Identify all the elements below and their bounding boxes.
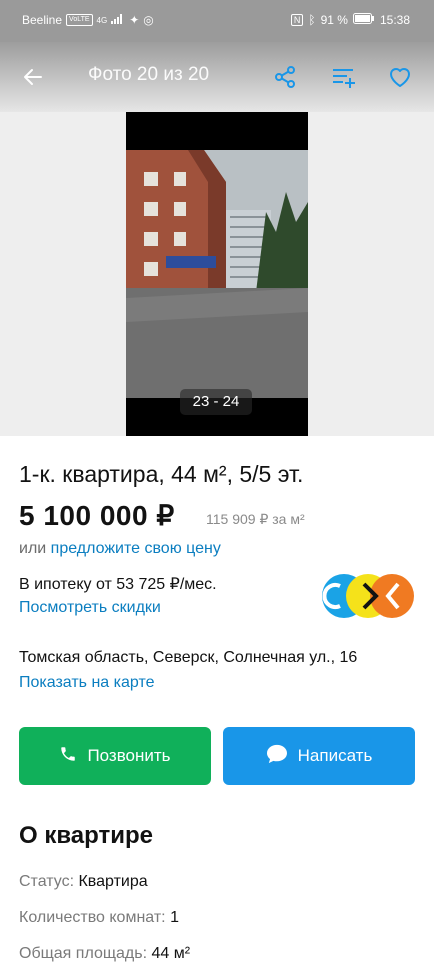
about-row-key: Количество комнат: [19, 909, 166, 926]
bank-logos[interactable] [320, 572, 416, 620]
show-on-map-link[interactable]: Показать на карте [19, 674, 154, 692]
phone-icon [59, 745, 77, 768]
about-apartment-heading: О квартире [19, 822, 153, 849]
mortgage-info: В ипотеку от 53 725 ₽/мес. [19, 576, 217, 593]
offer-line: или предложите свою цену [19, 540, 221, 558]
signal-icon [111, 13, 125, 27]
top-toolbar: Фото 20 из 20 [0, 42, 434, 112]
carrier-name: Beeline [22, 13, 63, 27]
bluetooth-icon: ᛒ [308, 13, 316, 27]
about-row-key: Статус: [19, 873, 75, 890]
price-per-m2: 115 909 ₽ за м² [206, 511, 305, 527]
add-to-list-icon[interactable] [328, 62, 358, 92]
nfc-icon: N [290, 14, 304, 26]
share-icon[interactable] [270, 62, 300, 92]
app-notification-icon: ✦ [129, 13, 140, 27]
photo-gallery[interactable]: 23 - 24 [0, 112, 434, 436]
listing-price: 5 100 000 ₽ [19, 500, 175, 531]
listing-address: Томская область, Северск, Солнечная ул.,… [19, 649, 358, 666]
favorite-heart-icon[interactable] [385, 62, 415, 92]
check-icon: ◎ [143, 13, 154, 27]
photo-counter-title: Фото 20 из 20 [88, 64, 210, 85]
chat-bubble-icon [266, 744, 288, 769]
about-row-value: 44 м² [151, 945, 191, 962]
call-button[interactable]: Позвонить [19, 727, 211, 785]
about-row-value: Квартира [78, 873, 148, 890]
listing-title: 1-к. квартира, 44 м², 5/5 эт. [19, 461, 304, 487]
call-button-label: Позвонить [87, 746, 171, 765]
status-bar: Beeline VoLTE 4G ✦ ◎ N ᛒ 91 % 15:38 [0, 0, 434, 42]
battery-icon [352, 13, 375, 27]
about-row-rooms: Количество комнат: 1 [19, 909, 179, 927]
photo-counter-badge: 23 - 24 [180, 389, 252, 415]
message-button-label: Написать [297, 746, 373, 765]
back-arrow-icon[interactable] [18, 62, 48, 92]
volte-badge: VoLTE [66, 14, 93, 26]
offer-prefix: или [19, 540, 47, 557]
battery-percent: 91 % [320, 13, 348, 27]
about-row-value: 1 [170, 909, 179, 926]
network-type: 4G [96, 15, 108, 25]
message-button[interactable]: Написать [223, 727, 415, 785]
about-row-key: Общая площадь: [19, 945, 148, 962]
apartment-photo[interactable] [126, 112, 308, 436]
clock: 15:38 [379, 13, 410, 27]
about-row-area: Общая площадь: 44 м² [19, 945, 190, 963]
about-row-status: Статус: Квартира [19, 873, 148, 891]
discounts-link[interactable]: Посмотреть скидки [19, 599, 161, 617]
offer-price-link[interactable]: предложите свою цену [51, 540, 221, 557]
